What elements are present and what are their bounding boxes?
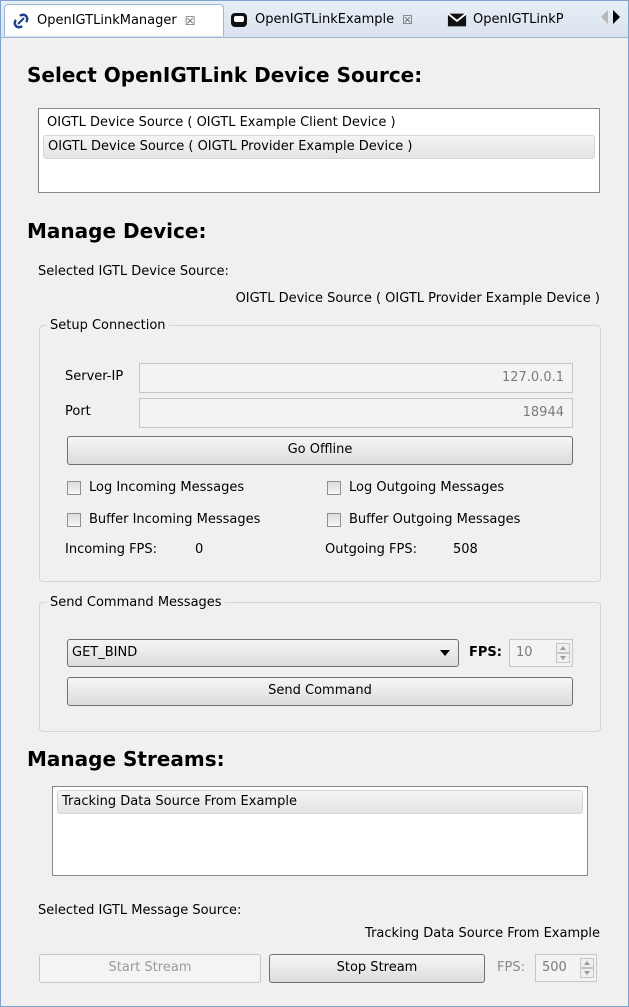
command-select-value: GET_BIND	[72, 645, 138, 660]
tab-openigtlinkexample[interactable]: OpenIGTLinkExample ☒	[223, 4, 439, 35]
spin-up-icon[interactable]	[556, 643, 570, 653]
buffer-outgoing-checkbox[interactable]: Buffer Outgoing Messages	[327, 512, 520, 527]
spin-down-icon[interactable]	[580, 968, 594, 978]
stream-fps-spinbox[interactable]: 500	[535, 954, 597, 982]
incoming-fps-value: 0	[195, 542, 204, 557]
buffer-incoming-checkbox[interactable]: Buffer Incoming Messages	[67, 512, 260, 527]
tab-label: OpenIGTLinkExample	[255, 12, 395, 27]
command-select[interactable]: GET_BIND	[67, 639, 459, 667]
tab-label: OpenIGTLinkManager	[37, 13, 177, 28]
command-fps-spinbox[interactable]: 10	[509, 639, 573, 667]
selected-message-source-value: Tracking Data Source From Example	[365, 926, 600, 941]
start-stream-button[interactable]: Start Stream	[39, 954, 261, 983]
stop-stream-button[interactable]: Stop Stream	[269, 954, 485, 983]
manage-device-title: Manage Device:	[27, 219, 207, 243]
outgoing-fps-value: 508	[453, 542, 478, 557]
spin-up-icon[interactable]	[580, 958, 594, 968]
tab-scroll-left-icon[interactable]	[601, 10, 608, 24]
selected-message-source-label: Selected IGTL Message Source:	[38, 903, 242, 918]
streams-list[interactable]: Tracking Data Source From Example	[52, 786, 588, 876]
device-source-list[interactable]: OIGTL Device Source ( OIGTL Example Clie…	[38, 108, 600, 193]
outgoing-fps-label: Outgoing FPS:	[325, 542, 417, 557]
send-command-group	[39, 602, 601, 732]
log-outgoing-checkbox[interactable]: Log Outgoing Messages	[327, 480, 504, 495]
checkbox-label: Buffer Incoming Messages	[89, 512, 261, 527]
port-label: Port	[65, 404, 91, 419]
selected-device-label: Selected IGTL Device Source:	[38, 264, 229, 279]
checkbox-box[interactable]	[67, 512, 81, 527]
go-offline-button[interactable]: Go Offline	[67, 436, 573, 465]
envelope-icon	[447, 10, 467, 30]
list-item[interactable]: OIGTL Device Source ( OIGTL Example Clie…	[43, 112, 595, 134]
checkbox-box[interactable]	[327, 480, 341, 495]
server-ip-label: Server-IP	[65, 369, 124, 384]
link-icon	[11, 11, 31, 31]
stream-fps-label: FPS:	[497, 960, 525, 975]
log-incoming-checkbox[interactable]: Log Incoming Messages	[67, 480, 244, 495]
close-icon[interactable]: ☒	[402, 13, 413, 27]
checkbox-label: Buffer Outgoing Messages	[349, 512, 521, 527]
stream-fps-value: 500	[542, 960, 567, 975]
send-command-button[interactable]: Send Command	[67, 677, 573, 706]
list-item[interactable]: OIGTL Device Source ( OIGTL Provider Exa…	[43, 135, 595, 159]
checkbox-label: Log Incoming Messages	[89, 480, 245, 495]
send-command-title: Send Command Messages	[47, 595, 225, 610]
checkbox-label: Log Outgoing Messages	[349, 480, 505, 495]
list-item[interactable]: Tracking Data Source From Example	[57, 790, 583, 814]
checkbox-box[interactable]	[67, 480, 81, 495]
tab-scroll-right-icon[interactable]	[613, 10, 620, 24]
device-source-title: Select OpenIGTLink Device Source:	[27, 63, 423, 87]
selected-device-value: OIGTL Device Source ( OIGTL Provider Exa…	[235, 291, 600, 306]
tab-label: OpenIGTLinkP	[473, 12, 564, 27]
server-ip-field[interactable]: 127.0.0.1	[139, 363, 573, 393]
close-icon[interactable]: ☒	[185, 14, 196, 28]
port-field[interactable]: 18944	[139, 398, 573, 428]
app-window: OpenIGTLinkManager ☒ OpenIGTLinkExample …	[0, 0, 629, 1007]
spin-down-icon[interactable]	[556, 653, 570, 663]
tray-icon	[229, 10, 249, 30]
manage-streams-title: Manage Streams:	[27, 747, 225, 771]
tab-openigtlinkmanager[interactable]: OpenIGTLinkManager ☒	[4, 4, 224, 36]
tab-bar: OpenIGTLinkManager ☒ OpenIGTLinkExample …	[1, 1, 628, 38]
checkbox-box[interactable]	[327, 512, 341, 527]
incoming-fps-label: Incoming FPS:	[65, 542, 158, 557]
command-fps-label: FPS:	[469, 645, 502, 660]
command-fps-value: 10	[516, 645, 533, 660]
tab-openigtlinkp[interactable]: OpenIGTLinkP	[441, 4, 601, 35]
chevron-down-icon	[440, 650, 450, 656]
setup-connection-title: Setup Connection	[47, 318, 169, 333]
